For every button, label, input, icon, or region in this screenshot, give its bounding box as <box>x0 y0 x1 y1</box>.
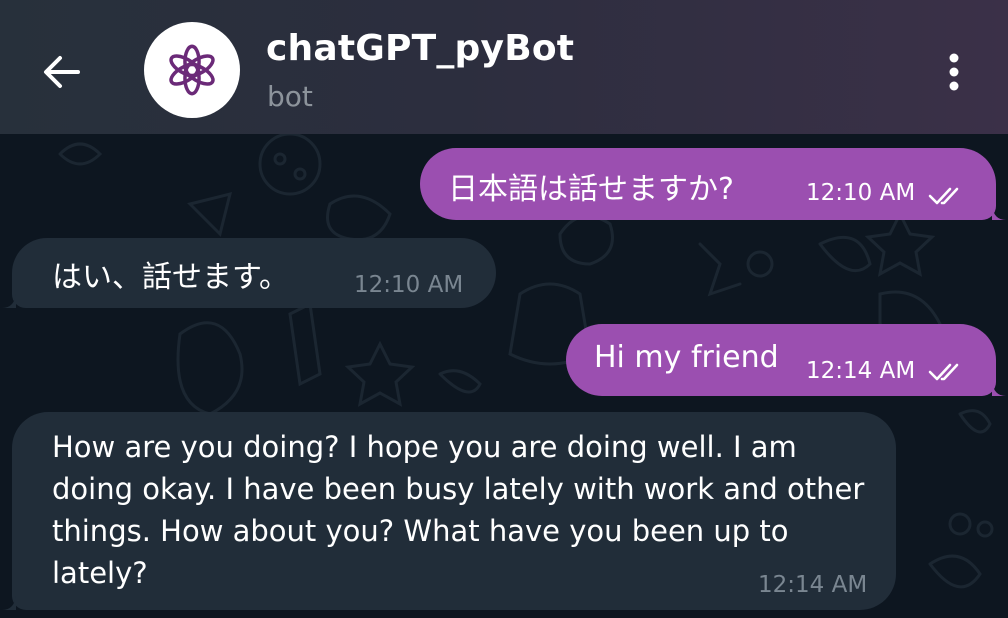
message-text: How are you doing? I hope you are doing … <box>52 430 865 590</box>
message-list[interactable]: 日本語は話せますか? 12:10 AM はい、話せます。 12:10 AM Hi… <box>0 134 1008 618</box>
message-text: Hi my friend <box>594 340 779 375</box>
bubble-tail <box>992 382 1006 396</box>
bubble-tail <box>2 596 16 610</box>
message-time: 12:14 AM <box>806 358 916 384</box>
message-time: 12:10 AM <box>806 180 916 206</box>
chat-title[interactable]: chatGPT_pyBot <box>266 28 574 69</box>
message-time: 12:10 AM <box>354 272 464 298</box>
message-bubble-outgoing[interactable]: Hi my friend 12:14 AM <box>566 324 1006 396</box>
message-text: はい、話せます。 <box>52 260 289 295</box>
message-bubble-incoming[interactable]: はい、話せます。 12:10 AM <box>2 238 496 308</box>
double-check-icon <box>928 187 959 205</box>
avatar[interactable] <box>144 22 240 118</box>
arrow-left-icon <box>44 56 80 88</box>
message-bubble-outgoing[interactable]: 日本語は話せますか? 12:10 AM <box>420 148 1006 220</box>
openai-logo-icon <box>169 44 215 96</box>
bubble-tail <box>2 294 16 308</box>
more-options-button[interactable] <box>934 50 974 94</box>
chat-subtitle: bot <box>267 80 313 113</box>
message-time: 12:14 AM <box>758 572 868 598</box>
back-button[interactable] <box>36 46 88 98</box>
chat-header: chatGPT_pyBot bot <box>0 0 1008 134</box>
bubble-tail <box>992 206 1006 220</box>
double-check-icon <box>928 363 959 381</box>
message-bubble-incoming[interactable]: How are you doing? I hope you are doing … <box>2 412 896 610</box>
more-vertical-icon <box>949 53 959 91</box>
message-text: 日本語は話せますか? <box>448 172 734 207</box>
